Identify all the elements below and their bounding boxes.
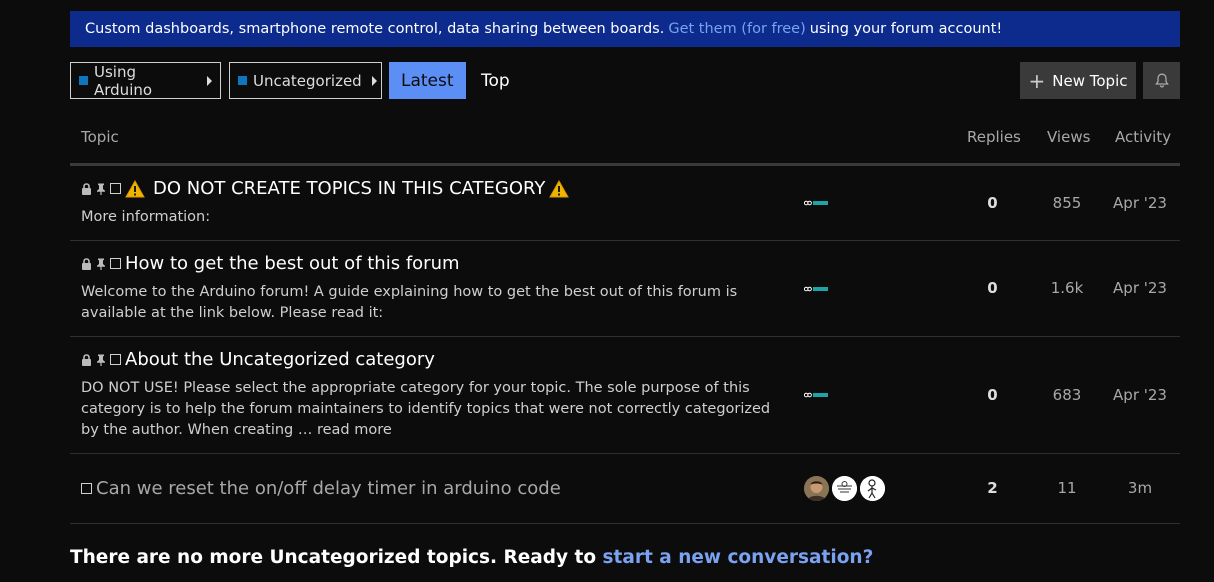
topic-title-line: How to get the best out of this forum xyxy=(81,253,460,274)
system-avatar[interactable] xyxy=(804,392,828,398)
caret-right-icon xyxy=(371,75,377,86)
activity-time[interactable]: Apr '23 xyxy=(1110,386,1170,404)
stick-figure-icon xyxy=(860,476,885,501)
excerpt-text: DO NOT USE! Please select the appropriat… xyxy=(81,380,771,438)
activity-time[interactable]: 3m xyxy=(1110,479,1170,497)
sketch-avatar-icon xyxy=(832,476,857,501)
topic-checkbox[interactable] xyxy=(110,258,121,269)
topic-title[interactable]: About the Uncategorized category xyxy=(125,349,435,370)
subcategory-dropdown[interactable]: Uncategorized xyxy=(229,62,382,99)
header-activity[interactable]: Activity xyxy=(1115,128,1171,146)
poster-avatar[interactable] xyxy=(860,476,885,501)
topic-row[interactable]: DO NOT CREATE TOPICS IN THIS CATEGORY Mo… xyxy=(70,166,1180,241)
topic-checkbox[interactable] xyxy=(81,483,92,494)
subcategory-color-badge xyxy=(238,76,247,85)
topic-excerpt: More information: xyxy=(81,209,211,225)
activity-time[interactable]: Apr '23 xyxy=(1110,279,1170,297)
header-topic[interactable]: Topic xyxy=(81,128,119,146)
reply-count[interactable]: 2 xyxy=(970,479,1015,497)
topic-row[interactable]: Can we reset the on/off delay timer in a… xyxy=(70,454,1180,524)
poster-avatar[interactable] xyxy=(832,476,857,501)
tab-latest[interactable]: Latest xyxy=(389,62,466,99)
topic-title-line: DO NOT CREATE TOPICS IN THIS CATEGORY xyxy=(81,178,573,199)
read-more-link[interactable]: read more xyxy=(317,422,392,438)
topic-title-line: About the Uncategorized category xyxy=(81,349,435,370)
reply-count[interactable]: 0 xyxy=(970,279,1015,297)
plus-icon: + xyxy=(1028,68,1046,93)
person-photo-icon xyxy=(804,476,829,501)
view-count: 1.6k xyxy=(1050,279,1084,297)
no-more-topics-message: There are no more Uncategorized topics. … xyxy=(70,547,873,568)
tab-top[interactable]: Top xyxy=(469,62,522,99)
topic-title[interactable]: Can we reset the on/off delay timer in a… xyxy=(96,478,561,499)
banner-link[interactable]: Get them (for free) xyxy=(668,21,805,37)
topic-excerpt: DO NOT USE! Please select the appropriat… xyxy=(81,378,771,441)
start-conversation-link[interactable]: start a new conversation? xyxy=(603,547,874,568)
caret-right-icon xyxy=(207,75,212,86)
notification-button[interactable] xyxy=(1143,62,1180,99)
header-views[interactable]: Views xyxy=(1047,128,1090,146)
topic-excerpt: Welcome to the Arduino forum! A guide ex… xyxy=(81,284,738,321)
lock-icon xyxy=(82,257,91,270)
topic-title[interactable]: DO NOT CREATE TOPICS IN THIS CATEGORY xyxy=(153,178,545,199)
header-replies[interactable]: Replies xyxy=(967,128,1021,146)
view-count: 855 xyxy=(1052,194,1082,212)
reply-count[interactable]: 0 xyxy=(970,386,1015,404)
poster-avatar[interactable] xyxy=(804,476,829,501)
announcement-banner: Custom dashboards, smartphone remote con… xyxy=(70,11,1180,47)
topic-row[interactable]: About the Uncategorized category DO NOT … xyxy=(70,337,1180,454)
view-count: 11 xyxy=(1057,479,1077,497)
topic-navigation: Using Arduino Uncategorized Latest Top +… xyxy=(70,62,1180,99)
lock-icon xyxy=(82,182,91,195)
topic-checkbox[interactable] xyxy=(110,183,121,194)
category-label: Using Arduino xyxy=(94,62,153,99)
new-topic-button[interactable]: + New Topic xyxy=(1020,62,1136,99)
reply-count[interactable]: 0 xyxy=(970,194,1015,212)
system-avatar[interactable] xyxy=(804,200,828,206)
activity-time[interactable]: Apr '23 xyxy=(1110,194,1170,212)
subcategory-label: Uncategorized xyxy=(253,71,362,90)
view-count: 683 xyxy=(1052,386,1082,404)
bell-icon xyxy=(1154,73,1169,88)
topic-title[interactable]: How to get the best out of this forum xyxy=(125,253,460,274)
topic-row[interactable]: How to get the best out of this forum We… xyxy=(70,241,1180,337)
new-topic-label: New Topic xyxy=(1052,71,1128,90)
lock-icon xyxy=(82,353,91,366)
warning-icon xyxy=(125,179,145,197)
pin-icon xyxy=(97,354,105,366)
topic-title-line: Can we reset the on/off delay timer in a… xyxy=(81,478,561,499)
system-avatar[interactable] xyxy=(804,286,828,292)
footer-text: There are no more Uncategorized topics. … xyxy=(70,547,597,568)
topic-list-header: Topic Replies Views Activity xyxy=(70,117,1180,166)
pin-icon xyxy=(97,183,105,195)
banner-text: Custom dashboards, smartphone remote con… xyxy=(85,21,665,37)
category-dropdown[interactable]: Using Arduino xyxy=(70,62,221,99)
topic-checkbox[interactable] xyxy=(110,354,121,365)
category-color-badge xyxy=(79,76,88,85)
pin-icon xyxy=(97,258,105,270)
warning-icon xyxy=(549,179,570,197)
banner-text-end: using your forum account! xyxy=(809,21,1003,37)
